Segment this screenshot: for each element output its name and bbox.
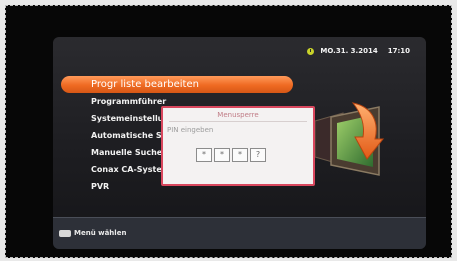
pin-digit-4[interactable]: ?: [250, 148, 266, 162]
dialog-divider: [169, 121, 307, 122]
time-label: 17:10: [387, 47, 410, 55]
menu-item-label: Manuelle Suche: [91, 148, 163, 157]
footer-bar: Menü wählen: [53, 217, 426, 249]
menu-item-label: PVR: [91, 182, 110, 191]
status-bar: MO.31. 3.2014 17:10: [307, 45, 410, 57]
dialog-title: Menusperre: [217, 111, 259, 119]
tv-screen: MO.31. 3.2014 17:10 Progr liste bearbeit…: [53, 37, 426, 249]
pin-digit-2[interactable]: *: [214, 148, 230, 162]
menu-item-label: Progr liste bearbeiten: [91, 79, 199, 90]
date-label: MO.31. 3.2014: [320, 47, 378, 55]
footer-divider: [53, 217, 426, 218]
pin-entry[interactable]: * * * ?: [196, 148, 266, 162]
footer-hint: Menü wählen: [59, 229, 126, 237]
menu-item-channel-list-edit[interactable]: Progr liste bearbeiten: [61, 76, 293, 93]
menu-lock-dialog: Menusperre PIN eingeben * * * ?: [161, 106, 315, 186]
pin-digit-1[interactable]: *: [196, 148, 212, 162]
clock-icon: [307, 47, 315, 55]
tv-frame: MO.31. 3.2014 17:10 Progr liste bearbeit…: [5, 5, 452, 258]
menu-item-label: Programmführer: [91, 97, 167, 106]
menu-item-label: Automatische Suc: [91, 131, 173, 140]
ok-key-icon: [59, 229, 71, 237]
pin-prompt: PIN eingeben: [167, 126, 214, 134]
tv-arrow-illustration-icon: [314, 102, 385, 176]
footer-hint-label: Menü wählen: [74, 229, 127, 237]
menu-item-label: Conax CA-System: [91, 165, 171, 174]
pin-digit-3[interactable]: *: [232, 148, 248, 162]
